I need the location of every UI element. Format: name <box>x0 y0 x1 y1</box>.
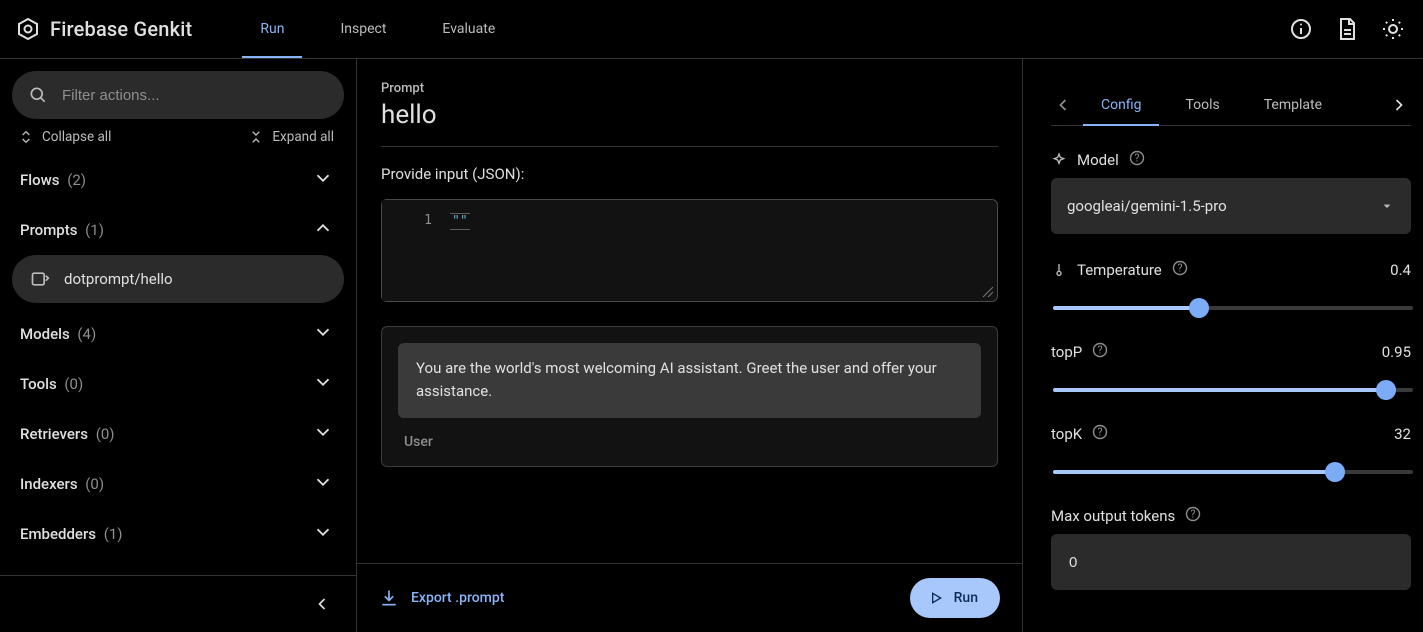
temperature-slider[interactable] <box>1053 306 1413 310</box>
field-label-model: Model <box>1077 151 1119 169</box>
chevron-down-icon <box>312 371 334 397</box>
run-button[interactable]: Run <box>910 578 1000 618</box>
brand: Firebase Genkit <box>16 17 192 41</box>
chevron-down-icon <box>312 421 334 447</box>
help-icon[interactable]: ? <box>1172 260 1188 280</box>
chevron-down-icon <box>312 167 334 193</box>
field-label-temperature: Temperature <box>1077 261 1162 279</box>
max-tokens-input[interactable] <box>1067 553 1395 572</box>
group-evaluators[interactable]: Evaluators (0) <box>12 559 344 575</box>
input-section-label: Provide input (JSON): <box>381 165 998 183</box>
help-icon[interactable]: ? <box>1185 506 1201 526</box>
prompt-item-icon <box>30 269 50 289</box>
sparkle-icon <box>1051 152 1067 168</box>
max-tokens-input-wrap[interactable] <box>1051 534 1411 590</box>
config-tab-config[interactable]: Config <box>1083 85 1159 125</box>
svg-text:?: ? <box>1098 344 1103 357</box>
download-icon <box>379 588 399 608</box>
expand-all-label: Expand all <box>272 129 334 145</box>
group-embedders[interactable]: Embedders (1) <box>12 509 344 559</box>
field-label-maxtokens: Max output tokens <box>1051 507 1175 525</box>
info-icon[interactable] <box>1289 17 1313 41</box>
search-icon <box>28 85 48 105</box>
expand-all-button[interactable]: Expand all <box>248 129 334 145</box>
code-line: "" <box>450 213 470 230</box>
help-icon[interactable]: ? <box>1092 424 1108 444</box>
message-preview: You are the world's most welcoming AI as… <box>381 326 998 467</box>
dropdown-icon <box>1379 198 1395 214</box>
search-input[interactable] <box>60 86 328 105</box>
top-tab-inspect[interactable]: Inspect <box>322 0 404 58</box>
run-label: Run <box>954 590 978 606</box>
field-label-topk: topK <box>1051 425 1082 443</box>
tab-scroll-right-icon[interactable] <box>1387 95 1411 115</box>
help-icon[interactable]: ? <box>1129 150 1145 170</box>
collapse-sidebar-icon[interactable] <box>312 594 332 614</box>
collapse-all-button[interactable]: Collapse all <box>18 129 111 145</box>
field-label-topp: topP <box>1051 343 1082 361</box>
chevron-up-icon <box>312 217 334 243</box>
model-select[interactable]: googleai/gemini-1.5-pro <box>1051 178 1411 234</box>
group-prompts[interactable]: Prompts (1) <box>12 205 344 255</box>
group-flows[interactable]: Flows (2) <box>12 155 344 205</box>
genkit-logo-icon <box>16 17 40 41</box>
search-box[interactable] <box>12 71 344 119</box>
document-icon[interactable] <box>1335 17 1359 41</box>
divider <box>381 146 998 147</box>
system-message: You are the world's most welcoming AI as… <box>398 343 981 418</box>
group-retrievers[interactable]: Retrievers (0) <box>12 409 344 459</box>
chevron-down-icon <box>312 521 334 547</box>
json-input-editor[interactable]: 1 "" <box>381 199 998 302</box>
model-value: googleai/gemini-1.5-pro <box>1067 197 1227 215</box>
group-models[interactable]: Models (4) <box>12 309 344 359</box>
thermometer-icon <box>1051 262 1067 278</box>
temperature-value: 0.4 <box>1390 261 1411 279</box>
svg-text:?: ? <box>1134 152 1139 165</box>
sidebar-item-hello[interactable]: dotprompt/hello <box>12 255 344 303</box>
config-tab-template[interactable]: Template <box>1246 85 1322 125</box>
help-icon[interactable]: ? <box>1092 342 1108 362</box>
code-gutter: 1 <box>382 200 450 301</box>
svg-text:?: ? <box>1177 262 1182 275</box>
resize-grip-icon[interactable] <box>980 284 994 298</box>
expand-icon <box>248 129 264 145</box>
group-indexers[interactable]: Indexers (0) <box>12 459 344 509</box>
topk-slider[interactable] <box>1053 470 1413 474</box>
sidebar-item-label: dotprompt/hello <box>64 270 173 288</box>
collapse-all-label: Collapse all <box>42 129 111 145</box>
tab-scroll-left-icon[interactable] <box>1051 95 1075 115</box>
topp-slider[interactable] <box>1053 388 1413 392</box>
play-icon <box>928 590 944 606</box>
export-label: Export .prompt <box>411 590 504 606</box>
top-tab-run[interactable]: Run <box>242 0 302 58</box>
theme-toggle-icon[interactable] <box>1381 17 1405 41</box>
role-label: User <box>398 432 981 454</box>
topk-value: 32 <box>1394 425 1411 443</box>
svg-text:?: ? <box>1098 426 1103 439</box>
collapse-icon <box>18 129 34 145</box>
chevron-down-icon <box>312 321 334 347</box>
group-tools[interactable]: Tools (0) <box>12 359 344 409</box>
chevron-down-icon <box>312 471 334 497</box>
page-title: hello <box>381 100 998 130</box>
brand-name: Firebase Genkit <box>50 17 192 41</box>
topp-value: 0.95 <box>1382 343 1411 361</box>
top-tab-evaluate[interactable]: Evaluate <box>424 0 513 58</box>
svg-text:?: ? <box>1191 508 1196 521</box>
export-prompt-button[interactable]: Export .prompt <box>379 588 504 608</box>
config-tab-tools[interactable]: Tools <box>1167 85 1237 125</box>
breadcrumb: Prompt <box>381 81 998 96</box>
